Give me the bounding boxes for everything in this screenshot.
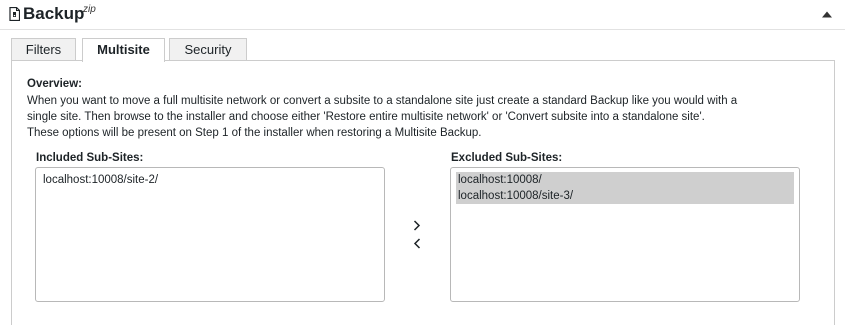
overview-line: single site. Then browse to the installe…	[27, 111, 705, 123]
tab-security-label: Security	[184, 42, 232, 57]
list-item[interactable]: localhost:10008/site-2/	[41, 172, 379, 188]
chevron-left-icon	[413, 237, 421, 249]
overview-title: Overview:	[27, 78, 82, 90]
caret-up-icon[interactable]	[822, 11, 832, 18]
tab-security[interactable]: Security	[169, 38, 247, 61]
excluded-subsites-list[interactable]: localhost:10008/ localhost:10008/site-3/	[450, 167, 800, 302]
included-subsites-label: Included Sub-Sites:	[36, 152, 144, 164]
move-to-excluded-button[interactable]	[410, 218, 424, 232]
panel-header: Backup zip	[0, 0, 845, 30]
list-item[interactable]: localhost:10008/	[456, 172, 794, 188]
chevron-right-icon	[413, 219, 421, 231]
overview-line: These options will be present on Step 1 …	[27, 127, 482, 139]
archive-file-icon	[9, 7, 20, 21]
move-to-included-button[interactable]	[410, 236, 424, 250]
format-badge: zip	[83, 4, 96, 15]
tab-filters-label: Filters	[25, 42, 62, 57]
included-subsites-list[interactable]: localhost:10008/site-2/	[35, 167, 385, 302]
tab-multisite-label: Multisite	[97, 42, 150, 57]
excluded-subsites-label: Excluded Sub-Sites:	[451, 152, 563, 164]
tab-filters[interactable]: Filters	[11, 38, 76, 61]
tab-multisite[interactable]: Multisite	[82, 38, 165, 62]
panel-title: Backup	[23, 4, 85, 23]
list-item[interactable]: localhost:10008/site-3/	[456, 188, 794, 204]
overview-line: When you want to move a full multisite n…	[27, 95, 738, 107]
